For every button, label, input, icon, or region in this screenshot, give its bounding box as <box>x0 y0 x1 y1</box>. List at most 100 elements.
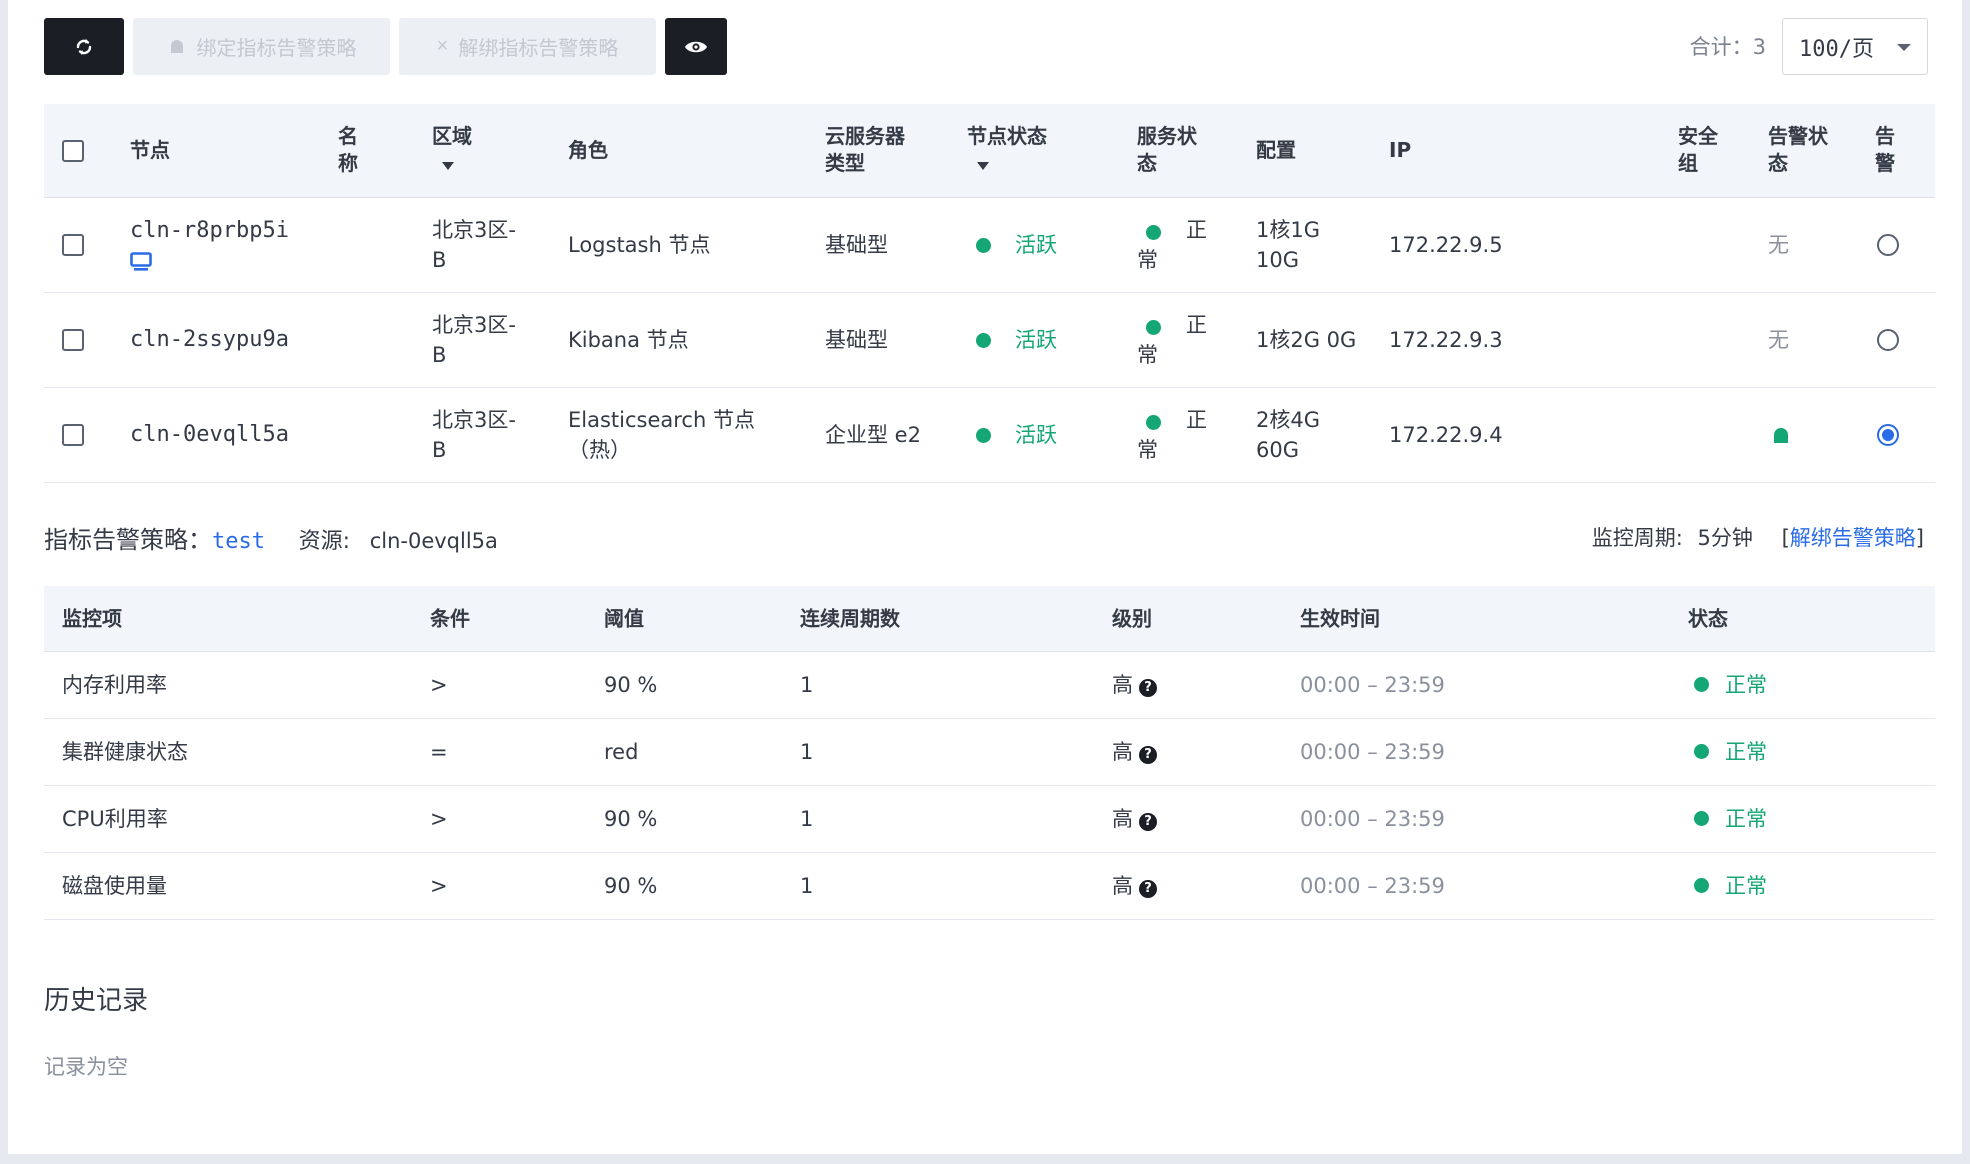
row-checkbox[interactable] <box>62 329 84 351</box>
filter-caret-icon[interactable] <box>977 162 989 170</box>
metric-effective-time: 00:00 – 23:59 <box>1300 740 1445 764</box>
zone: 北京3区- B <box>432 218 516 272</box>
col-item: 监控项 <box>62 606 122 630</box>
view-button[interactable] <box>665 18 727 75</box>
metric-status: 正常 <box>1694 737 1767 767</box>
status-dot <box>1694 878 1709 893</box>
ip: 172.22.9.5 <box>1389 233 1503 257</box>
metric-threshold: 90 % <box>604 874 658 898</box>
eye-icon <box>685 41 707 52</box>
bind-policy-button[interactable]: 绑定指标告警策略 <box>133 18 390 75</box>
help-icon[interactable]: ? <box>1139 746 1157 764</box>
service-status-l2: 常 <box>1137 438 1158 462</box>
metric-condition: > <box>430 874 448 898</box>
monitor-icon[interactable] <box>130 252 152 271</box>
alert-status: 无 <box>1768 233 1789 257</box>
row-radio[interactable] <box>1877 329 1899 351</box>
metric-table-header: 监控项 条件 阈值 连续周期数 级别 生效时间 状态 <box>44 586 1935 652</box>
status-dot <box>1146 415 1161 430</box>
node-status: 活跃 <box>1015 423 1057 447</box>
col-status: 状态 <box>1688 606 1728 630</box>
metric-periods: 1 <box>800 807 814 831</box>
policy-name-link[interactable]: test <box>212 529 265 554</box>
status-dot <box>976 333 991 348</box>
col-security-group: 安全组 <box>1678 124 1718 175</box>
node-id: cln-2ssypu9a <box>130 327 289 352</box>
history-title: 历史记录 <box>44 986 149 1016</box>
col-threshold: 阈值 <box>604 606 644 630</box>
node-id: cln-0evqll5a <box>130 422 289 447</box>
bind-policy-label: 绑定指标告警策略 <box>196 38 357 60</box>
refresh-button[interactable] <box>44 18 124 75</box>
filter-caret-icon[interactable] <box>442 162 454 170</box>
config: 1核2G 0G <box>1256 328 1357 352</box>
col-effective-time: 生效时间 <box>1300 606 1380 630</box>
row-checkbox[interactable] <box>62 234 84 256</box>
node-table: 节点 名称 区域 角色 云服务器类型 节点状态 服务状态 配置 IP 安全组 <box>44 104 1935 483</box>
page-size-select[interactable]: 100/页 <box>1782 18 1928 75</box>
row-radio[interactable] <box>1877 424 1899 446</box>
col-alert: 告警 <box>1875 124 1895 175</box>
server-type: 企业型 e2 <box>825 423 921 447</box>
chevron-down-icon <box>1897 44 1911 51</box>
metric-effective-time: 00:00 – 23:59 <box>1300 673 1445 697</box>
node-row[interactable]: cln-0evqll5a 北京3区- B Elasticsearch 节点 （热） … <box>44 388 1935 483</box>
role: Kibana 节点 <box>568 328 689 352</box>
metric-row: 磁盘使用量 > 90 % 1 高? 00:00 – 23:59 正常 <box>44 853 1935 920</box>
resource-value: cln-0evqll5a <box>369 529 498 553</box>
metric-item: CPU利用率 <box>62 807 168 831</box>
metric-periods: 1 <box>800 673 814 697</box>
refresh-icon <box>76 38 92 55</box>
col-node: 节点 <box>130 138 170 162</box>
role: Elasticsearch 节点 （热） <box>568 408 755 462</box>
status-dot <box>976 238 991 253</box>
node-row[interactable]: cln-r8prbp5i 北京3区- B Logstash 节点 基础型 活跃 正… <box>44 198 1935 293</box>
config: 1核1G 10G <box>1256 218 1320 272</box>
row-checkbox[interactable] <box>62 424 84 446</box>
metric-level: 高? <box>1112 804 1157 834</box>
metric-status: 正常 <box>1694 670 1767 700</box>
col-node-status[interactable]: 节点状态 <box>967 123 1047 177</box>
help-icon[interactable]: ? <box>1139 813 1157 831</box>
metric-threshold: 90 % <box>604 807 658 831</box>
unbind-policy-link[interactable]: 解绑告警策略 <box>1790 526 1916 550</box>
col-periods: 连续周期数 <box>800 606 900 630</box>
metric-level: 高? <box>1112 670 1157 700</box>
close-icon: × <box>436 35 449 57</box>
zone: 北京3区- B <box>432 313 516 367</box>
col-server-type: 云服务器 类型 <box>825 124 905 175</box>
node-row[interactable]: cln-2ssypu9a 北京3区- B Kibana 节点 基础型 活跃 正 常… <box>44 293 1935 388</box>
help-icon[interactable]: ? <box>1139 880 1157 898</box>
service-status-l1: 正 <box>1186 218 1207 242</box>
page-size-value: 100/页 <box>1799 36 1874 62</box>
metric-row: CPU利用率 > 90 % 1 高? 00:00 – 23:59 正常 <box>44 786 1935 853</box>
metric-level: 高? <box>1112 737 1157 767</box>
metric-condition: > <box>430 673 448 697</box>
ip: 172.22.9.3 <box>1389 328 1503 352</box>
history-empty-text: 记录为空 <box>44 1055 128 1079</box>
metric-status: 正常 <box>1694 804 1767 834</box>
server-type: 基础型 <box>825 233 888 257</box>
bell-icon[interactable] <box>1771 426 1791 446</box>
metric-item: 集群健康状态 <box>62 740 188 764</box>
resource-label: 资源: <box>298 529 351 554</box>
status-dot <box>1694 677 1709 692</box>
alert-status: 无 <box>1768 328 1789 352</box>
help-icon[interactable]: ? <box>1139 679 1157 697</box>
col-name: 名称 <box>338 124 358 175</box>
policy-actions: 监控周期: 5分钟 [解绑告警策略] <box>1591 526 1924 550</box>
col-level: 级别 <box>1112 606 1152 630</box>
main-panel: 绑定指标告警策略 × 解绑指标告警策略 合计：3 100/页 节点 名称 区域 <box>8 0 1962 1154</box>
col-zone[interactable]: 区域 <box>432 123 472 177</box>
node-table-header: 节点 名称 区域 角色 云服务器类型 节点状态 服务状态 配置 IP 安全组 <box>44 104 1935 198</box>
policy-info: 指标告警策略：test 资源: cln-0evqll5a <box>44 520 498 555</box>
status-dot <box>1694 744 1709 759</box>
status-dot <box>1694 811 1709 826</box>
toolbar: 绑定指标告警策略 × 解绑指标告警策略 <box>44 18 727 75</box>
unbind-policy-button[interactable]: × 解绑指标告警策略 <box>399 18 656 75</box>
col-alert-status: 告警状态 <box>1768 124 1828 175</box>
metric-item: 磁盘使用量 <box>62 874 167 898</box>
service-status-l2: 常 <box>1137 248 1158 272</box>
select-all-checkbox[interactable] <box>62 140 84 162</box>
row-radio[interactable] <box>1877 234 1899 256</box>
